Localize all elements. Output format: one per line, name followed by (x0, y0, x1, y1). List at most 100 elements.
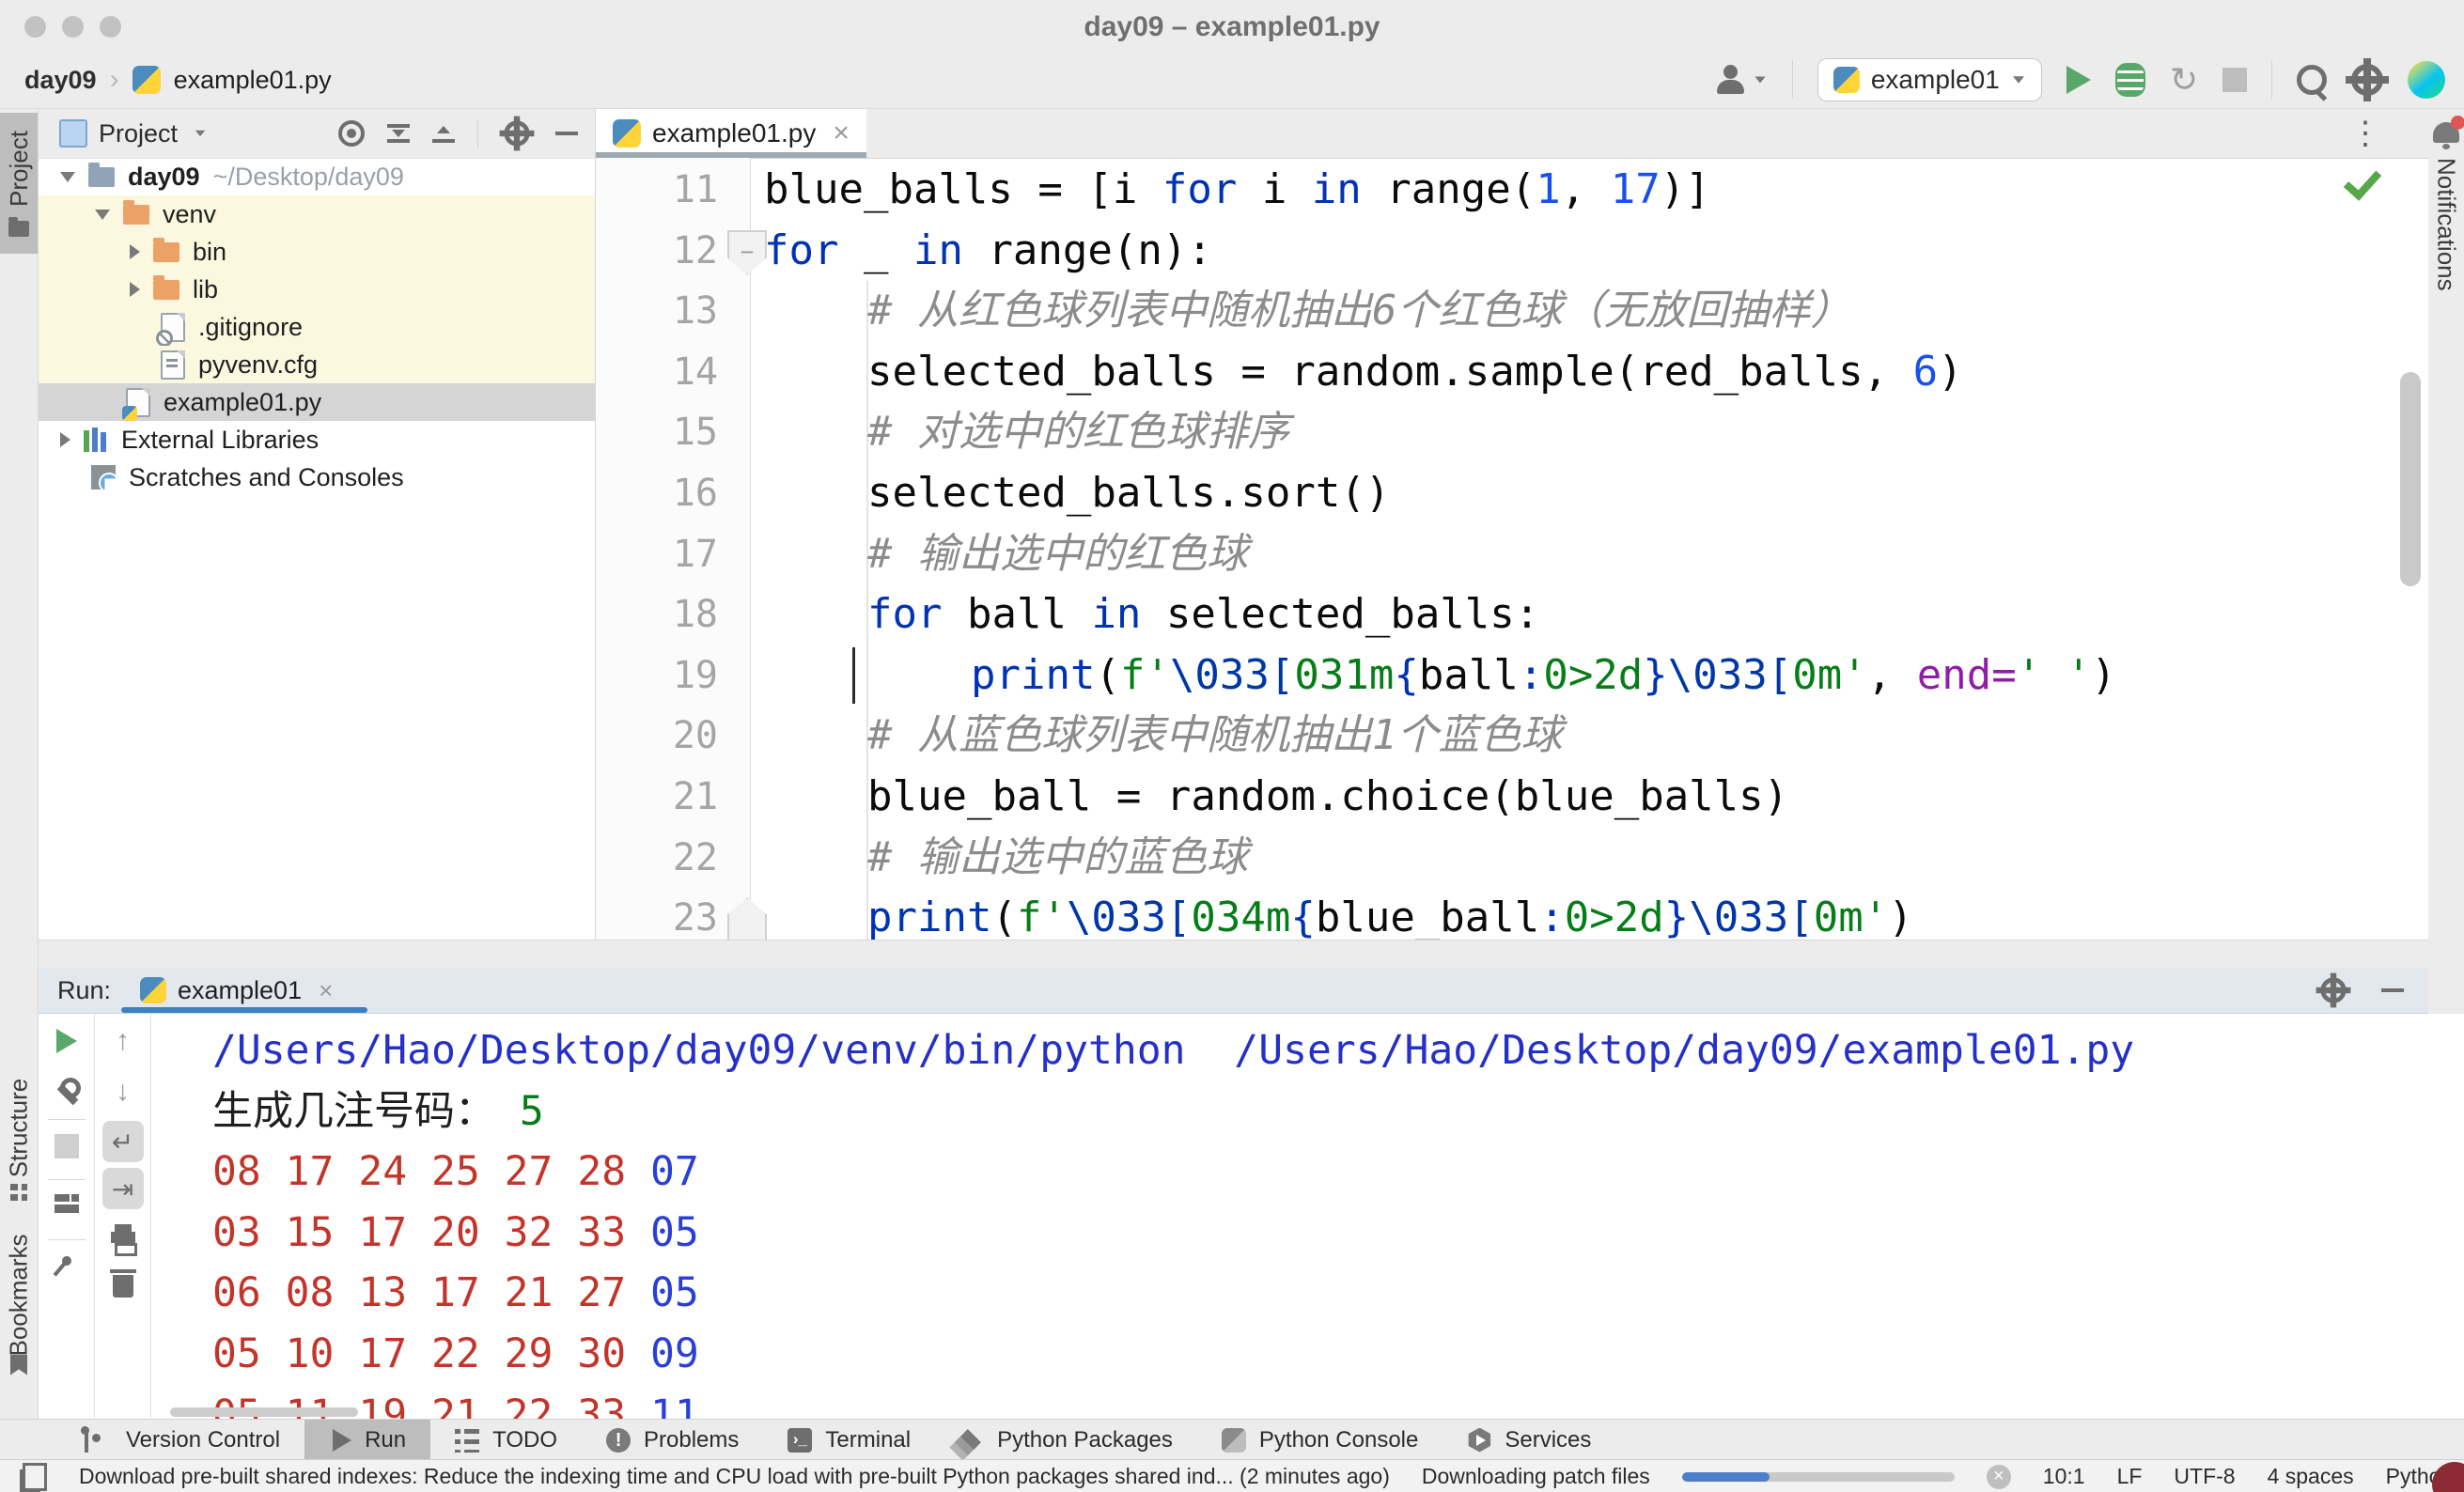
editor-tab-bar: example01.py × ⋮ (596, 109, 2428, 159)
problems-icon: ! (606, 1427, 632, 1453)
tool-window-button-python-packages[interactable]: Python Packages (935, 1420, 1197, 1460)
stop-button[interactable] (2222, 68, 2247, 92)
tree-chevron-icon[interactable] (95, 209, 110, 220)
console-token-blue: 05 (650, 1269, 699, 1317)
tree-chevron-icon[interactable] (60, 171, 75, 182)
tree-chevron-icon[interactable] (130, 244, 140, 259)
select-opened-file-button[interactable] (338, 120, 365, 147)
rerun-button[interactable] (39, 1029, 94, 1053)
breadcrumb-project[interactable]: day09 (24, 66, 97, 95)
console-output[interactable]: /Users/Hao/Desktop/day09/venv/bin/python… (152, 1014, 2464, 1419)
horizontal-splitter[interactable] (39, 940, 2428, 969)
hide-run-panel-button[interactable] (2381, 988, 2404, 992)
tree-item-external-libraries[interactable]: External Libraries (39, 421, 595, 458)
code-area[interactable]: blue_balls = [i for i in range(1, 17)] fo… (751, 158, 2428, 940)
tool-window-button-problems[interactable]: ! Problems (582, 1420, 763, 1460)
expand-all-button[interactable] (387, 124, 410, 143)
settings-button[interactable] (2346, 58, 2389, 101)
tool-window-button-terminal[interactable]: ›_ Terminal (763, 1420, 935, 1460)
editor-scrollbar[interactable] (2400, 372, 2421, 586)
tree-item-day09[interactable]: day09 ~/Desktop/day09 (39, 158, 595, 195)
soft-wrap-toggle[interactable]: ↵ (95, 1121, 150, 1162)
user-icon (1715, 64, 1747, 96)
run-configuration-select[interactable]: example01 (1817, 58, 2042, 101)
line-number: 22 (672, 835, 718, 879)
line-separator[interactable]: LF (2117, 1464, 2143, 1489)
tree-item-example01-py[interactable]: example01.py (39, 383, 595, 421)
tree-item-label: Scratches and Consoles (129, 462, 404, 491)
console-hscrollbar[interactable] (170, 1407, 358, 1417)
tool-button-bookmarks[interactable]: Bookmarks (0, 1234, 38, 1391)
edit-configuration-button[interactable] (39, 1080, 94, 1104)
debug-button[interactable] (2114, 63, 2145, 97)
packages-icon (959, 1428, 984, 1453)
tool-window-button-label: Terminal (825, 1426, 912, 1453)
tool-button-structure[interactable]: Structure (0, 1077, 38, 1218)
code-line-18: for ball in selected_balls: (751, 584, 2428, 645)
token-number: 17 (1610, 165, 1661, 213)
stop-process-button[interactable] (39, 1134, 94, 1158)
pin-tab-button[interactable] (39, 1253, 94, 1268)
tree-chevron-icon[interactable] (60, 432, 70, 447)
tree-item-venv[interactable]: venv (39, 195, 595, 233)
token-comment: # 输出选中的蓝色球 (867, 832, 1248, 881)
layout-settings-icon[interactable] (23, 1462, 47, 1491)
tree-item-scratches-and-consoles[interactable]: Scratches and Consoles (39, 458, 595, 496)
console-token-green: 5 (495, 1087, 544, 1135)
code-line-21: blue_ball = random.choice(blue_balls) (751, 767, 2428, 828)
file-cfg-icon (161, 350, 185, 380)
tool-window-button-run[interactable]: Run (304, 1420, 431, 1460)
tool-button-notifications[interactable]: Notifications (2428, 109, 2464, 291)
tool-window-button-version-control[interactable]: Version Control (53, 1420, 304, 1460)
chevron-down-icon[interactable] (195, 130, 206, 137)
token-string: 031m (1294, 650, 1395, 699)
collapse-all-button[interactable] (432, 124, 455, 143)
token-comment: # 输出选中的红色球 (867, 529, 1248, 578)
status-message[interactable]: Download pre-built shared indexes: Reduc… (79, 1464, 1390, 1489)
task-progress-bar (1681, 1471, 1955, 1482)
run-tab-example01[interactable]: example01 × (140, 968, 333, 1013)
restore-layout-button[interactable] (39, 1194, 94, 1213)
down-stacktrace-button[interactable]: ↓ (95, 1078, 150, 1106)
token-escape: \033[ (1667, 650, 1793, 699)
scroll-to-end-button[interactable]: ⇥ (95, 1168, 150, 1209)
tree-chevron-icon[interactable] (130, 282, 140, 297)
project-options-button[interactable] (499, 116, 535, 151)
tool-window-button-todo[interactable]: TODO (430, 1420, 582, 1460)
run-settings-button[interactable] (2316, 972, 2351, 1008)
editor-tab-example01[interactable]: example01.py × (596, 109, 866, 158)
tree-item-lib[interactable]: lib (39, 271, 595, 308)
token-kwarg: end (1916, 650, 1992, 699)
run-with-coverage-button[interactable]: ↻ (2170, 63, 2198, 97)
breadcrumb-file[interactable]: example01.py (174, 66, 332, 95)
tool-button-project[interactable]: Project (0, 113, 38, 254)
token-string: ' ' (2016, 650, 2092, 699)
search-everywhere-button[interactable] (2297, 65, 2327, 95)
tool-window-button-python-console[interactable]: Python Console (1197, 1420, 1443, 1460)
cancel-task-button[interactable]: × (1986, 1464, 2011, 1489)
close-run-tab-icon[interactable]: × (319, 976, 333, 1005)
caret-position[interactable]: 10:1 (2043, 1464, 2085, 1489)
tree-item-bin[interactable]: bin (39, 233, 595, 271)
token-plain: selected_balls: (1141, 590, 1540, 639)
token-plain: _ (838, 225, 913, 274)
toolbar-right: example01 ↻ (1715, 52, 2445, 108)
profile-button[interactable] (1715, 64, 1768, 96)
token-brace: : (1518, 650, 1544, 699)
tree-item-label: example01.py (164, 387, 322, 416)
close-tab-icon[interactable]: × (833, 117, 850, 149)
file-encoding[interactable]: UTF-8 (2174, 1464, 2235, 1489)
run-button[interactable] (2066, 66, 2091, 94)
clear-console-button[interactable] (95, 1269, 150, 1298)
tool-window-button-services[interactable]: Services (1443, 1420, 1615, 1460)
pin-icon (59, 1253, 73, 1268)
tree-item--gitignore[interactable]: .gitignore (39, 308, 595, 347)
up-stacktrace-button[interactable]: ↑ (95, 1027, 150, 1055)
tree-item-pyvenv-cfg[interactable]: pyvenv.cfg (39, 346, 595, 383)
editor-options-kebab-icon[interactable]: ⋮ (2349, 115, 2381, 152)
print-button[interactable] (95, 1222, 150, 1256)
hide-panel-button[interactable] (555, 132, 578, 135)
indent-style[interactable]: 4 spaces (2268, 1464, 2354, 1489)
project-panel-title[interactable]: Project (99, 119, 178, 148)
terminal-icon: ›_ (788, 1427, 813, 1453)
